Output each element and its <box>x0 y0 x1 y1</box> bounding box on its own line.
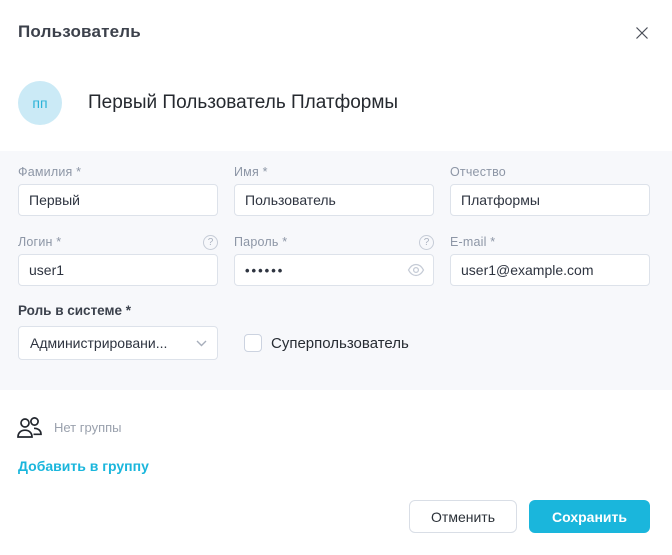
modal-title: Пользователь <box>18 22 141 42</box>
superuser-checkbox-row[interactable]: Суперпользователь <box>244 334 409 352</box>
add-to-group-link[interactable]: Добавить в группу <box>18 458 149 474</box>
no-group-text: Нет группы <box>54 420 122 435</box>
password-help-icon[interactable]: ? <box>419 235 434 250</box>
role-label: Роль в системе * <box>18 303 650 318</box>
field-login: Логин * ? <box>18 234 218 286</box>
superuser-label: Суперпользователь <box>271 335 409 352</box>
groups-section: Нет группы Добавить в группу <box>0 390 672 476</box>
eye-icon[interactable] <box>407 264 425 277</box>
login-help-icon[interactable]: ? <box>203 235 218 250</box>
user-full-name: Первый Пользователь Платформы <box>88 92 398 114</box>
role-select[interactable]: Администрировани... <box>18 326 218 360</box>
firstname-label: Имя * <box>234 165 268 179</box>
form-panel: Фамилия * Имя * Отчество <box>0 151 672 390</box>
modal-footer: Отменить Сохранить <box>409 500 650 533</box>
field-lastname: Фамилия * <box>18 164 218 216</box>
field-email: E-mail * <box>450 234 650 286</box>
avatar: пп <box>18 81 62 125</box>
login-input[interactable] <box>18 254 218 286</box>
user-summary: пп Первый Пользователь Платформы <box>0 81 672 125</box>
email-input[interactable] <box>450 254 650 286</box>
lastname-input[interactable] <box>18 184 218 216</box>
field-middlename: Отчество <box>450 164 650 216</box>
role-select-value: Администрировани... <box>30 335 167 351</box>
firstname-input[interactable] <box>234 184 434 216</box>
modal-header: Пользователь <box>0 0 672 42</box>
middlename-label: Отчество <box>450 165 506 179</box>
login-label: Логин * <box>18 235 61 249</box>
superuser-checkbox[interactable] <box>244 334 262 352</box>
users-group-icon <box>16 416 43 439</box>
role-row: Администрировани... Суперпользователь <box>18 326 650 360</box>
close-icon[interactable] <box>634 25 650 41</box>
password-input[interactable] <box>234 254 434 286</box>
chevron-down-icon <box>196 340 207 347</box>
close-icon-glyph <box>635 26 649 40</box>
email-label: E-mail * <box>450 235 495 249</box>
fields-grid: Фамилия * Имя * Отчество <box>18 164 650 286</box>
save-button[interactable]: Сохранить <box>529 500 650 533</box>
field-password: Пароль * ? <box>234 234 434 286</box>
field-firstname: Имя * <box>234 164 434 216</box>
lastname-label: Фамилия * <box>18 165 81 179</box>
middlename-input[interactable] <box>450 184 650 216</box>
password-label: Пароль * <box>234 235 287 249</box>
cancel-button[interactable]: Отменить <box>409 500 517 533</box>
user-modal: Пользователь пп Первый Пользователь Плат… <box>0 0 672 555</box>
